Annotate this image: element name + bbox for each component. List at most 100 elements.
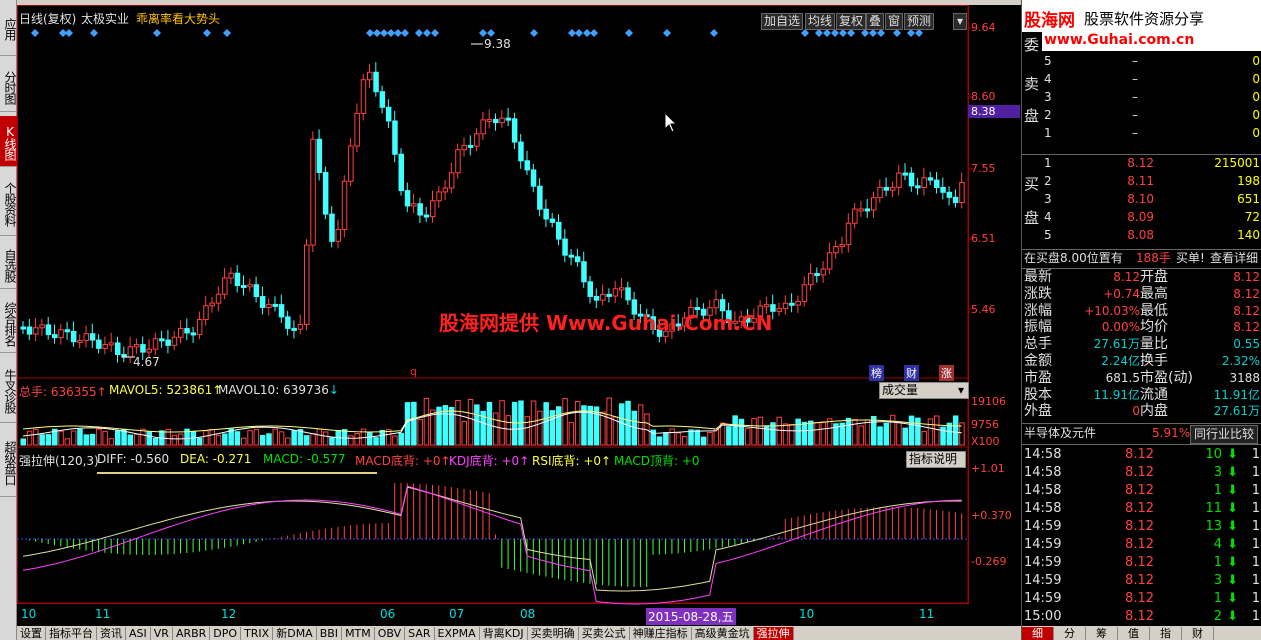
candle-body — [108, 342, 115, 346]
price-axis-label: 8.60 — [971, 90, 996, 103]
candle-body — [952, 196, 959, 204]
right-tab[interactable]: 财 — [1182, 627, 1214, 640]
price-axis-label: 6.51 — [971, 232, 996, 245]
candle-body — [826, 252, 833, 270]
indicator-tab[interactable]: 买卖明确 — [528, 627, 579, 640]
sidebar-tab[interactable]: 自选股 — [0, 240, 17, 289]
divider — [1022, 444, 1261, 445]
ma-button[interactable]: 均线 — [805, 13, 836, 30]
sidebar-tab[interactable]: K线图 — [0, 116, 17, 167]
mavol10-value: MAVOL10: 639736↓ — [218, 383, 339, 397]
right-tab[interactable]: 指 — [1150, 627, 1182, 640]
quote-value: 3188 — [1229, 370, 1260, 385]
quote-value: +0.74 — [1103, 286, 1140, 301]
indicator-tab[interactable]: TRIX — [241, 627, 274, 640]
volume-bar — [826, 418, 833, 446]
buy-level-row: 3 8.10 651 — [1022, 191, 1261, 208]
candle-body — [499, 117, 505, 124]
candle-body — [908, 172, 915, 187]
volume-bar — [278, 431, 285, 446]
chevron-down-icon[interactable]: ▾ — [953, 13, 967, 30]
overlay-button[interactable]: 叠 — [866, 13, 885, 30]
sidebar-tab[interactable]: 综合排名 — [0, 293, 17, 353]
indicator-tab[interactable]: VR — [151, 627, 173, 640]
cell: 盘 — [1024, 107, 1040, 125]
candle-body — [593, 295, 600, 301]
indicator-tab[interactable]: BBI — [317, 627, 343, 640]
candle-body — [360, 79, 367, 114]
right-tab[interactable]: 细 — [1022, 627, 1054, 640]
volume-bar — [499, 400, 505, 446]
volume-bar — [77, 428, 83, 446]
add-watchlist-button[interactable]: 加自选 — [761, 13, 804, 30]
sidebar-tab[interactable]: 牛叉诊股 — [0, 357, 17, 423]
notice-detail-link[interactable]: 查看详细 — [1210, 250, 1258, 267]
candle-body — [89, 333, 96, 341]
quote-row: 涨幅 +10.03% 最低 8.12 — [1022, 303, 1261, 320]
indicator-tab[interactable]: 高级黄金坑 — [692, 627, 754, 640]
tick-price: 8.12 — [1125, 537, 1154, 552]
quote-key: 涨跌 — [1024, 285, 1052, 302]
indicator-tab[interactable]: ASI — [126, 627, 151, 640]
signal-diamond — [823, 29, 831, 37]
indicator-tab[interactable]: DPO — [210, 627, 242, 640]
volume-bar — [373, 437, 379, 446]
down-arrow-icon: ⬇ — [1227, 501, 1238, 516]
quote-key: 涨幅 — [1024, 302, 1052, 319]
quote-value: 11.91亿 — [1093, 387, 1140, 402]
low-price-label: 4.67 — [133, 355, 160, 369]
indicator-help-button[interactable]: 指标说明 — [906, 451, 966, 468]
diff-value: DIFF: -0.560 — [97, 452, 170, 466]
quote-key: 最高 — [1140, 285, 1168, 302]
candle-body — [448, 172, 455, 189]
candle-body — [140, 344, 146, 353]
brand-banner: 股海网 股票软件资源分享 — [1022, 0, 1261, 32]
signal-diamond — [861, 29, 869, 37]
indicator-tab[interactable]: 背离KDJ — [480, 627, 528, 640]
candle-body — [776, 308, 782, 312]
volume-indicator-button[interactable]: 成交量 ▾ — [879, 382, 969, 399]
sidebar-tab[interactable]: 超级盘口 — [0, 427, 17, 497]
indicator-tab[interactable]: MTM — [342, 627, 375, 640]
indicator-tab[interactable]: 设置 — [17, 627, 46, 640]
indicator-tab[interactable]: 资讯 — [97, 627, 126, 640]
volume-bar — [259, 435, 266, 446]
window-button[interactable]: 窗 — [885, 13, 904, 30]
macd-top-divergence: MACD顶背: +0 — [614, 454, 700, 468]
indicator-tab[interactable]: 新DMA — [273, 627, 317, 640]
indicator-tab[interactable]: OBV — [375, 627, 406, 640]
volume-bar — [83, 434, 89, 446]
tick-volume: 3 — [1213, 465, 1222, 480]
sidebar-tab[interactable]: 应用 — [0, 0, 17, 56]
tick-volume: 1 — [1213, 591, 1222, 606]
right-tab[interactable]: 筹 — [1086, 627, 1118, 640]
indicator-tab[interactable]: EXPMA — [435, 627, 480, 640]
right-tab[interactable]: 值 — [1118, 627, 1150, 640]
limit-up-mark[interactable]: 涨 — [939, 365, 954, 381]
forecast-button[interactable]: 预测 — [904, 13, 935, 30]
sidebar-tab[interactable]: 个股资料 — [0, 171, 17, 236]
indicator-tab[interactable]: SAR — [405, 627, 435, 640]
indicator-tab[interactable]: ARBR — [173, 627, 211, 640]
candle-body — [940, 186, 946, 193]
rank-mark[interactable]: 榜 — [869, 365, 884, 381]
volume: 215001 — [1214, 156, 1260, 170]
right-tab[interactable]: 分 — [1054, 627, 1086, 640]
quote-value: 0.00% — [1101, 320, 1140, 335]
kline-chart-area[interactable]: 日线(复权) 太极实业 乖离率看大势头 加自选 均线 复权 叠 窗 预测 ▾ 9… — [17, 5, 1021, 625]
sidebar-tab[interactable]: 分时图 — [0, 62, 17, 112]
finance-mark[interactable]: 财 — [904, 365, 919, 381]
kline-chart-svg[interactable] — [17, 5, 1021, 605]
industry-compare-button[interactable]: 同行业比较 — [1190, 425, 1259, 444]
macd-axis-label: +1.01 — [971, 462, 1005, 475]
indicator-tab[interactable]: 神赚庄指标 — [630, 627, 692, 640]
volume-bar — [808, 420, 814, 446]
volume-bar — [505, 415, 512, 446]
candle-body — [574, 256, 581, 263]
adjust-button[interactable]: 复权 — [836, 13, 867, 30]
indicator-tab[interactable]: 强拉伸 — [753, 627, 794, 640]
volume-bar — [952, 415, 959, 446]
candle-body — [946, 191, 953, 198]
indicator-tab[interactable]: 买卖公式 — [579, 627, 630, 640]
indicator-tab[interactable]: 指标平台 — [46, 627, 97, 640]
